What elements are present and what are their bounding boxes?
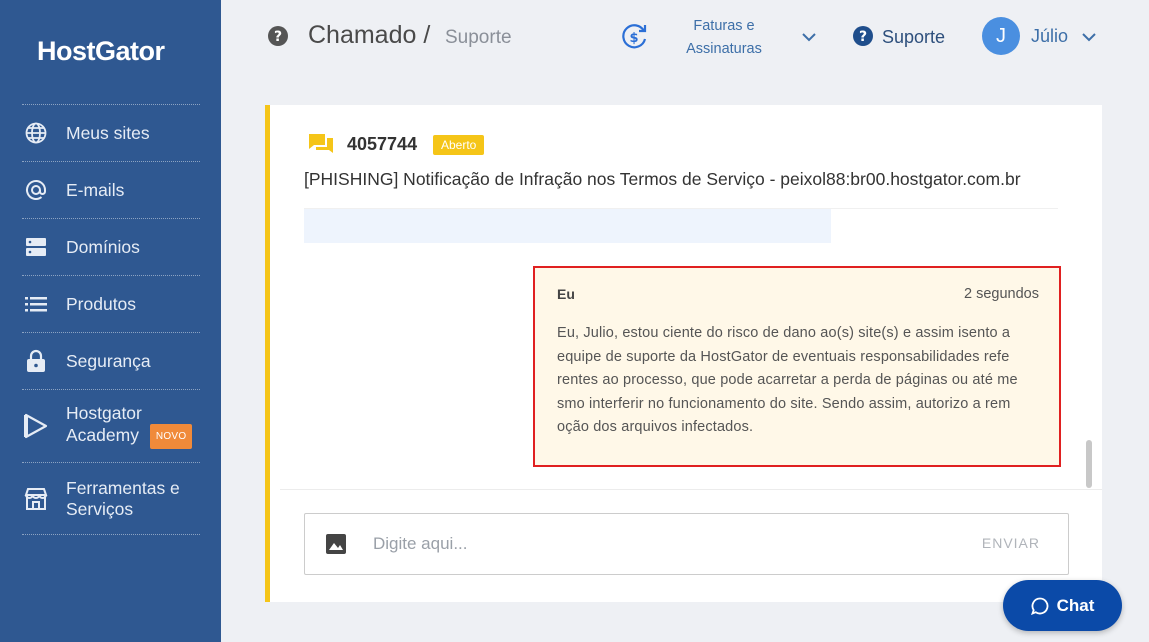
- new-badge: NOVO: [149, 424, 193, 449]
- image-upload-icon[interactable]: [325, 533, 347, 560]
- ticket-card: 4057744 Aberto [PHISHING] Notificação de…: [265, 105, 1102, 602]
- sidebar-item-produtos[interactable]: Produtos: [22, 275, 200, 332]
- play-icon: [22, 412, 50, 440]
- academy-label-line1: Hostgator: [66, 403, 142, 423]
- chevron-down-icon[interactable]: [801, 29, 817, 47]
- chevron-down-icon[interactable]: [1081, 29, 1097, 47]
- sidebar-item-label: Produtos: [66, 293, 137, 314]
- message-body: Eu, Julio, estou ciente do risco de dano…: [557, 322, 1043, 440]
- server-icon: [22, 233, 50, 261]
- ferramentas-label-line2: Serviços: [66, 498, 134, 519]
- message-line: smo interferir no funcionamento do site.…: [557, 395, 1011, 412]
- lock-icon: [22, 347, 50, 375]
- sidebar-item-seguranca[interactable]: Segurança: [22, 332, 200, 389]
- help-circle-icon: ?: [267, 25, 289, 52]
- billing-cycle-icon[interactable]: $: [619, 22, 649, 57]
- svg-text:$: $: [629, 31, 638, 46]
- store-icon: [22, 485, 50, 513]
- user-name[interactable]: Júlio: [1031, 26, 1068, 47]
- own-message: Eu 2 segundos Eu, Julio, estou ciente do…: [533, 266, 1061, 467]
- billing-label-line1: Faturas e: [693, 18, 755, 34]
- sidebar-item-label: E-mails: [66, 179, 125, 200]
- message-line: equipe de suporte da HostGator de eventu…: [557, 348, 1010, 365]
- sidebar-item-ferramentas[interactable]: Ferramentas e Serviços: [22, 462, 200, 535]
- page-title: Chamado /: [308, 21, 431, 49]
- support-help-icon[interactable]: ?: [852, 25, 874, 52]
- chat-button-label: Chat: [1056, 595, 1095, 615]
- ticket-title: [PHISHING] Notificação de Infração nos T…: [304, 169, 1021, 189]
- svg-text:?: ?: [274, 29, 282, 45]
- at-icon: [22, 176, 50, 204]
- chat-button[interactable]: Chat: [1003, 580, 1122, 631]
- top-header: ? Chamado / Suporte $ Faturas e Assinatu…: [221, 0, 1149, 76]
- sidebar-item-label: Segurança: [66, 350, 151, 371]
- message-time: 2 segundos: [964, 286, 1039, 302]
- sidebar-item-academy[interactable]: Hostgator Academy NOVO: [22, 389, 200, 462]
- previous-message-bubble: [304, 209, 831, 243]
- sidebar-item-label: Domínios: [66, 236, 140, 257]
- send-button[interactable]: ENVIAR: [982, 535, 1040, 551]
- sidebar: HostGator Meus sites E-mails Domínios Pr…: [0, 0, 221, 642]
- svg-text:?: ?: [859, 29, 867, 45]
- scrollbar-thumb[interactable]: [1086, 440, 1092, 488]
- academy-label-line2: Academy: [66, 425, 139, 446]
- speech-bubble-icon: [1030, 597, 1048, 615]
- status-badge: Aberto: [433, 135, 485, 155]
- sidebar-item-label: Hostgator Academy NOVO: [66, 403, 193, 449]
- message-input[interactable]: [373, 528, 953, 560]
- page-subtitle[interactable]: Suporte: [445, 27, 512, 49]
- list-icon: [22, 290, 50, 318]
- globe-icon: [22, 119, 50, 147]
- sidebar-item-label: Ferramentas e Serviços: [66, 478, 180, 520]
- message-line: Eu, Julio, estou ciente do risco de dano…: [557, 325, 1011, 341]
- billing-label-line2: Assinaturas: [686, 41, 762, 57]
- sidebar-item-emails[interactable]: E-mails: [22, 161, 200, 218]
- message-line: rentes ao processo, que pode acarretar a…: [557, 372, 1018, 388]
- sidebar-item-label: Meus sites: [66, 122, 150, 143]
- hostgator-logo[interactable]: HostGator: [37, 36, 165, 67]
- sidebar-nav: Meus sites E-mails Domínios Produtos Seg…: [22, 104, 200, 535]
- message-composer: ENVIAR: [304, 513, 1069, 575]
- ferramentas-label-line1: Ferramentas e: [66, 477, 180, 498]
- avatar[interactable]: J: [982, 17, 1020, 55]
- divider: [280, 489, 1102, 490]
- support-link[interactable]: Suporte: [882, 27, 945, 48]
- billing-menu[interactable]: Faturas e Assinaturas: [671, 15, 777, 61]
- ticket-number: 4057744: [347, 134, 418, 154]
- message-line: oção dos arquivos infectados.: [557, 419, 754, 435]
- sidebar-item-dominios[interactable]: Domínios: [22, 218, 200, 275]
- chat-bubbles-icon: [308, 133, 334, 162]
- message-author: Eu: [557, 286, 575, 302]
- sidebar-item-meus-sites[interactable]: Meus sites: [22, 104, 200, 161]
